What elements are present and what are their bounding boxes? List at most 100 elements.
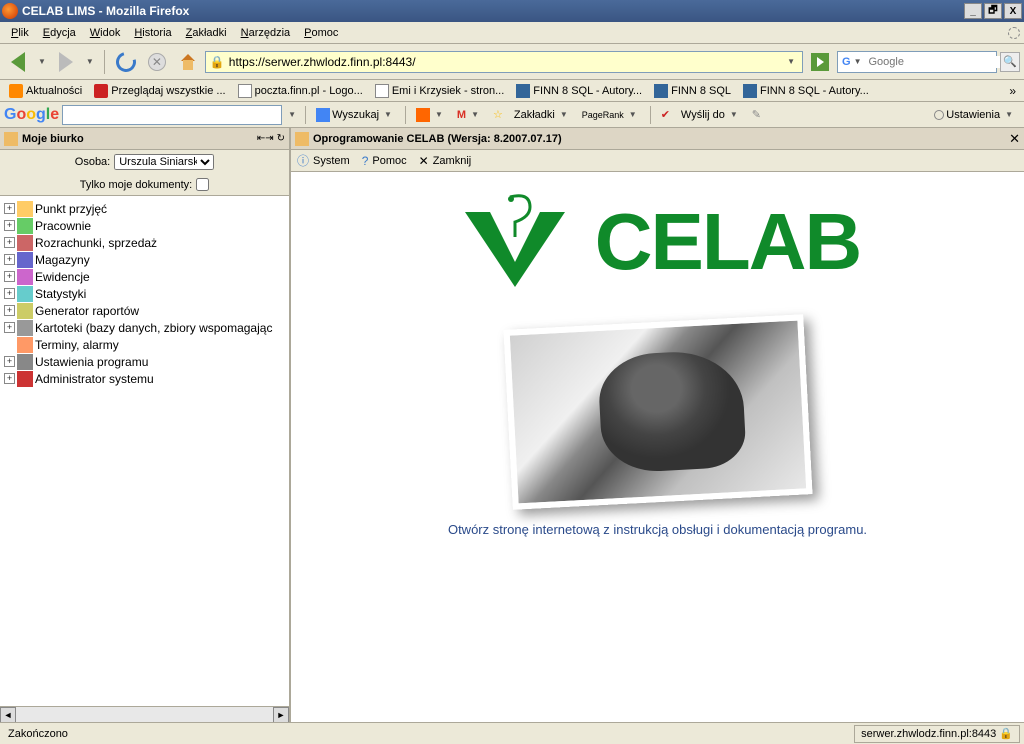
content-close-button[interactable]: ✕ — [1009, 131, 1020, 147]
bookmark-przegladaj[interactable]: Przeglądaj wszystkie ... — [89, 83, 230, 99]
person-select[interactable]: Urszula Siniarska — [114, 154, 214, 170]
google-star-button[interactable]: ☆ — [489, 107, 507, 122]
tree-item-magazyny[interactable]: +Magazyny — [0, 251, 289, 268]
google-zakladki-button[interactable]: Zakładki▼ — [510, 108, 575, 122]
go-button[interactable] — [806, 48, 834, 76]
menu-tools[interactable]: Narzędzia — [234, 25, 298, 41]
tree-item-pracownie[interactable]: +Pracownie — [0, 217, 289, 234]
close-icon: ✕ — [419, 154, 429, 168]
google-search-dropdown[interactable]: ▼ — [285, 110, 299, 119]
menu-help[interactable]: Pomoc — [297, 25, 345, 41]
google-highlight-button[interactable]: ✎ — [748, 107, 765, 122]
google-search-input[interactable] — [62, 105, 282, 125]
star-icon: ☆ — [493, 108, 503, 121]
app-icon — [295, 132, 309, 146]
bookmark-emi[interactable]: Emi i Krzysiek - stron... — [370, 83, 509, 99]
tree-item-kartoteki[interactable]: +Kartoteki (bazy danych, zbiory wspomaga… — [0, 319, 289, 336]
menu-bookmarks[interactable]: Zakładki — [179, 25, 234, 41]
nav-tree: +Punkt przyjęć +Pracownie +Rozrachunki, … — [0, 195, 289, 706]
expander-icon[interactable]: + — [4, 373, 15, 384]
back-button[interactable] — [4, 48, 32, 76]
minimize-button[interactable]: _ — [964, 3, 982, 19]
search-button[interactable]: 🔍 — [1000, 52, 1020, 72]
url-bar[interactable]: 🔒 ▼ — [205, 51, 803, 73]
desk-icon — [4, 132, 18, 146]
tree-hscrollbar[interactable]: ◄ ► — [0, 706, 289, 722]
google-logo: Google — [4, 106, 59, 124]
tree-item-ewidencje[interactable]: +Ewidencje — [0, 268, 289, 285]
menu-edit[interactable]: Edycja — [36, 25, 83, 41]
url-input[interactable] — [229, 55, 784, 69]
celab-text-logo: CELAB — [595, 196, 861, 288]
firefox-icon — [2, 3, 18, 19]
stats-icon — [17, 286, 33, 302]
mydocs-row: Tylko moje dokumenty: — [0, 174, 289, 195]
expander-icon[interactable]: + — [4, 254, 15, 265]
tree-item-statystyki[interactable]: +Statystyki — [0, 285, 289, 302]
search-input[interactable] — [864, 56, 1010, 68]
bookmark-poczta[interactable]: poczta.finn.pl - Logo... — [233, 83, 368, 99]
tree-item-generator[interactable]: +Generator raportów — [0, 302, 289, 319]
home-button[interactable] — [174, 48, 202, 76]
expander-icon[interactable]: + — [4, 288, 15, 299]
finn8-icon — [516, 84, 530, 98]
scroll-left-button[interactable]: ◄ — [0, 707, 16, 722]
back-dropdown[interactable]: ▼ — [35, 57, 49, 66]
google-wyslij-button[interactable]: Wyślij do▼ — [677, 108, 745, 122]
expander-icon[interactable]: + — [4, 237, 15, 248]
google-news-button[interactable]: ▼ — [412, 107, 450, 123]
mydocs-checkbox[interactable] — [196, 178, 209, 191]
bookmark-finn8-1[interactable]: FINN 8 SQL - Autory... — [511, 83, 647, 99]
bookmarks-toolbar: Aktualności Przeglądaj wszystkie ... poc… — [0, 80, 1024, 102]
scroll-right-button[interactable]: ► — [273, 707, 289, 722]
content-menu-help[interactable]: ?Pomoc — [362, 154, 407, 168]
expander-icon[interactable]: + — [4, 271, 15, 282]
bookmark-finn8-3[interactable]: FINN 8 SQL - Autory... — [738, 83, 874, 99]
content-title: Oprogramowanie CELAB (Wersja: 8.2007.07.… — [313, 133, 1009, 145]
menu-file[interactable]: Plik — [4, 25, 36, 41]
expander-icon[interactable]: + — [4, 356, 15, 367]
money-icon — [17, 235, 33, 251]
search-box[interactable]: G▼ — [837, 51, 997, 73]
google-gmail-button[interactable]: M▼ — [453, 108, 486, 122]
expander-icon[interactable]: + — [4, 305, 15, 316]
content-menu-close[interactable]: ✕Zamknij — [419, 154, 472, 168]
reload-button[interactable] — [112, 48, 140, 76]
tree-item-admin[interactable]: +Administrator systemu — [0, 370, 289, 387]
workspace: Moje biurko ⇤⇥ ↻ Osoba: Urszula Siniarsk… — [0, 128, 1024, 722]
tree-item-terminy[interactable]: Terminy, alarmy — [0, 336, 289, 353]
sidebar-refresh-icon[interactable]: ↻ — [277, 133, 285, 144]
maximize-button[interactable]: 🗗 — [984, 3, 1002, 19]
db-icon — [17, 320, 33, 336]
google-wyszukaj-button[interactable]: Wyszukaj▼ — [312, 107, 399, 123]
page-icon — [238, 84, 252, 98]
google-settings-button[interactable]: Ustawienia▼ — [930, 108, 1020, 122]
expander-icon[interactable]: + — [4, 203, 15, 214]
status-text: Zakończono — [4, 728, 851, 740]
expander-icon[interactable]: + — [4, 220, 15, 231]
bookmark-aktualnosci[interactable]: Aktualności — [4, 83, 87, 99]
content-header: Oprogramowanie CELAB (Wersja: 8.2007.07.… — [291, 128, 1024, 150]
scroll-track[interactable] — [16, 707, 273, 722]
help-icon: ? — [362, 154, 369, 168]
forward-dropdown[interactable]: ▼ — [83, 57, 97, 66]
menu-view[interactable]: Widok — [83, 25, 128, 41]
documentation-link[interactable]: Otwórz stronę internetową z instrukcją o… — [448, 522, 867, 537]
bookmarks-more[interactable]: » — [1005, 84, 1020, 98]
tree-item-ustawienia[interactable]: +Ustawienia programu — [0, 353, 289, 370]
sidebar-collapse-icon[interactable]: ⇤⇥ — [257, 133, 274, 144]
google-check-button[interactable]: ✔ — [657, 107, 674, 122]
menu-history[interactable]: Historia — [127, 25, 178, 41]
forward-button[interactable] — [52, 48, 80, 76]
bookmark-finn8-2[interactable]: FINN 8 SQL — [649, 83, 736, 99]
tree-item-rozrachunki[interactable]: +Rozrachunki, sprzedaż — [0, 234, 289, 251]
close-window-button[interactable]: X — [1004, 3, 1022, 19]
google-toolbar: Google ▼ Wyszukaj▼ ▼ M▼ ☆ Zakładki▼ Page… — [0, 102, 1024, 128]
url-dropdown[interactable]: ▼ — [784, 57, 798, 66]
expander-icon[interactable]: + — [4, 322, 15, 333]
finn8-icon — [743, 84, 757, 98]
tree-item-punkt[interactable]: +Punkt przyjęć — [0, 200, 289, 217]
google-pagerank[interactable]: PageRank▼ — [578, 109, 644, 121]
content-menu-system[interactable]: ⓘSystem — [297, 152, 350, 169]
stop-button[interactable]: ✕ — [143, 48, 171, 76]
